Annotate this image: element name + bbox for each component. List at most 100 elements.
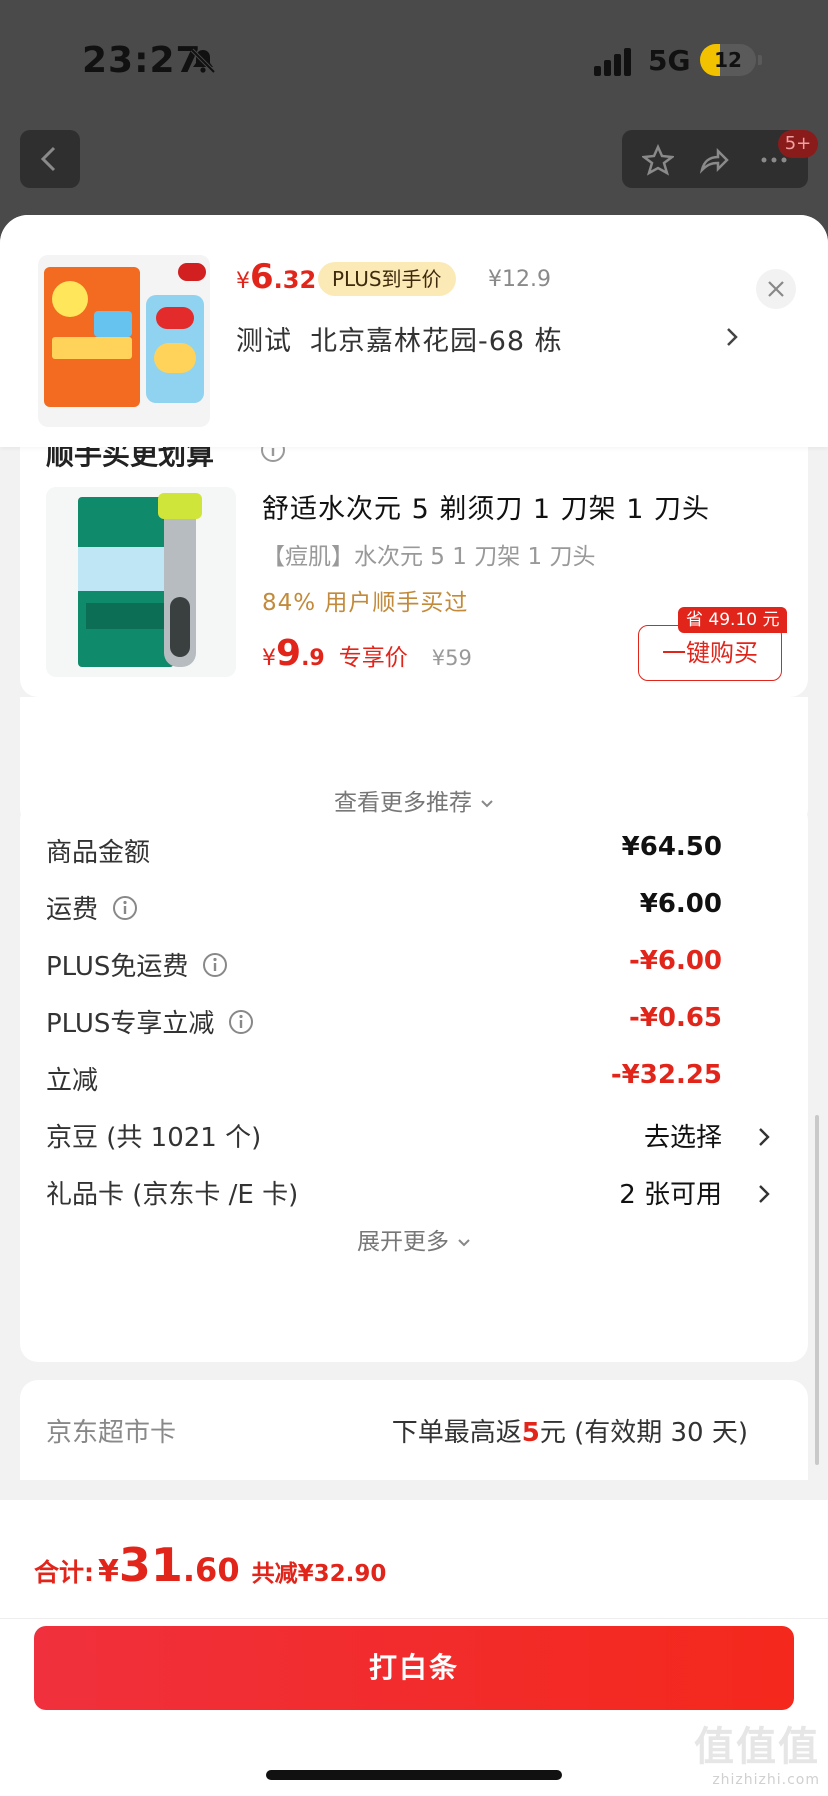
- checkout-bar: 合计: ¥ 31 .60 共减¥32.90 打白条 值值值 zhizhizhi.…: [0, 1500, 828, 1796]
- supermarket-value-suffix: 元 (有效期 30 天): [539, 1418, 748, 1448]
- price-detail-card: 商品金额 ¥64.50 运费 ¥6.00 PLUS免运费 -¥6.00 PLUS…: [20, 802, 808, 1362]
- detail-row-gift-card[interactable]: 礼品卡 (京东卡 /E 卡) 2 张可用: [46, 1174, 782, 1214]
- promo-badge-shape: [52, 281, 88, 317]
- detail-label-wrap: PLUS专享立减: [46, 1003, 254, 1040]
- order-total: 合计: ¥ 31 .60 共减¥32.90: [34, 1538, 386, 1592]
- recommend-item-price: ¥ 9 .9 专享价 ¥59: [262, 633, 472, 674]
- chevron-right-icon: [759, 1128, 770, 1146]
- recommend-item-name[interactable]: 舒适水次元 5 剃须刀 1 刀架 1 刀头: [262, 487, 710, 526]
- detail-value: ¥6.00: [639, 889, 722, 919]
- total-symbol: ¥: [98, 1554, 119, 1589]
- razor-grip-shape: [170, 597, 190, 657]
- close-icon: [768, 281, 784, 297]
- watermark-glyphs: 值值值: [694, 1724, 820, 1770]
- detail-value: -¥32.25: [610, 1060, 722, 1090]
- expand-more-label: 展开更多: [357, 1229, 449, 1255]
- battery-icon: 12: [700, 44, 756, 76]
- expand-more-link[interactable]: 展开更多: [20, 1222, 808, 1256]
- info-icon[interactable]: [112, 895, 138, 921]
- total-integer: 31: [118, 1538, 183, 1592]
- save-amount-badge: 省 49.10 元: [678, 607, 788, 633]
- detail-label: 运费: [46, 895, 99, 925]
- back-button[interactable]: [20, 130, 80, 188]
- address-selector[interactable]: 测试 北京嘉林花园-68 栋: [236, 319, 563, 358]
- detail-label: 京豆 (共 1021 个): [46, 1123, 262, 1153]
- detail-label: 商品金额: [46, 838, 151, 868]
- more-recommendations-link[interactable]: 查看更多推荐: [0, 783, 828, 817]
- price-decimal: .32: [273, 266, 317, 294]
- product-price: ¥ 6 .32: [236, 257, 316, 297]
- detail-label-wrap: 运费: [46, 889, 138, 926]
- home-indicator[interactable]: [266, 1770, 562, 1780]
- brand-logo: [178, 263, 206, 281]
- product-header: ¥ 6 .32 PLUS到手价 ¥12.9 测试 北京嘉林花园-68 栋: [0, 215, 828, 447]
- chevron-down-icon: [481, 799, 493, 807]
- star-icon[interactable]: [642, 144, 674, 176]
- original-price: ¥12.9: [488, 267, 551, 292]
- razor-head-shape: [158, 493, 202, 519]
- promo-card-image: [44, 267, 140, 407]
- supermarket-card-row: 京东超市卡 下单最高返5元 (有效期 30 天): [20, 1380, 808, 1480]
- detail-value: 2 张可用: [619, 1180, 722, 1210]
- bag-logo-shape: [156, 307, 194, 329]
- bell-muted-icon: [190, 48, 216, 74]
- total-decimal: .60: [182, 1551, 240, 1589]
- detail-row-goods-amount: 商品金额 ¥64.50: [46, 832, 782, 872]
- chevron-right-icon: [759, 1185, 770, 1203]
- razor-box-shape: [78, 497, 174, 667]
- battery-percent: 12: [714, 48, 742, 72]
- price-decimal: .9: [301, 646, 325, 671]
- supermarket-value-prefix: 下单最高返: [391, 1418, 522, 1448]
- detail-value: -¥0.65: [628, 1003, 722, 1033]
- detail-row-jingdou[interactable]: 京豆 (共 1021 个) 去选择: [46, 1117, 782, 1157]
- supermarket-value: 下单最高返5元 (有效期 30 天): [392, 1412, 748, 1449]
- detail-row-instant-discount: 立减 -¥32.25: [46, 1060, 782, 1100]
- one-click-buy-button[interactable]: 一键购买: [638, 625, 782, 681]
- promo-band-shape: [52, 337, 132, 359]
- razor-box-band: [78, 547, 174, 591]
- detail-label-wrap: PLUS免运费: [46, 946, 228, 983]
- total-label: 合计:: [34, 1558, 94, 1587]
- info-icon[interactable]: [202, 952, 228, 978]
- recommend-original-price: ¥59: [431, 646, 472, 670]
- close-button[interactable]: [756, 269, 796, 309]
- supermarket-value-highlight: 5: [521, 1418, 540, 1448]
- scrollbar[interactable]: [815, 1115, 819, 1465]
- battery-tip: [758, 55, 762, 65]
- razor-product-image[interactable]: [46, 487, 236, 677]
- exclusive-price-tag: 专享价: [338, 645, 408, 671]
- price-integer: 6: [250, 257, 274, 297]
- network-type: 5G: [648, 44, 691, 77]
- razor-box-logo: [86, 603, 166, 629]
- detail-label: 立减: [46, 1066, 99, 1096]
- product-thumbnail: [38, 255, 210, 427]
- more-recommendations-label: 查看更多推荐: [334, 790, 472, 816]
- chips-bag-image: [146, 295, 204, 403]
- detail-row-plus-discount: PLUS专享立减 -¥0.65: [46, 1003, 782, 1043]
- chevron-down-icon: [458, 1238, 470, 1246]
- detail-row-plus-free-shipping: PLUS免运费 -¥6.00: [46, 946, 782, 986]
- price-symbol: ¥: [236, 269, 250, 294]
- address-text: 北京嘉林花园-68 栋: [310, 326, 563, 357]
- address-label: 测试: [236, 326, 292, 357]
- chevron-right-icon[interactable]: [724, 325, 740, 349]
- info-icon[interactable]: [228, 1009, 254, 1035]
- divider: [0, 1618, 828, 1619]
- cellular-signal-icon: [594, 48, 631, 76]
- watermark-site: zhizhizhi.com: [712, 1772, 820, 1788]
- detail-label: PLUS免运费: [46, 952, 189, 982]
- watermark-logo: 值值值 zhizhizhi.com: [672, 1714, 820, 1788]
- cart-count-badge: 5+: [778, 130, 818, 158]
- status-time: 23:27: [82, 40, 202, 81]
- share-icon[interactable]: [698, 144, 730, 176]
- status-bar: 23:27 5G 12: [0, 0, 828, 120]
- recommend-item-buyers: 84% 用户顺手买过: [262, 590, 469, 616]
- detail-value: ¥64.50: [621, 832, 722, 862]
- supermarket-label: 京东超市卡: [46, 1418, 177, 1448]
- bag-chip-shape: [154, 343, 196, 373]
- chevron-left-icon: [40, 146, 56, 172]
- detail-label: 礼品卡 (京东卡 /E 卡): [46, 1180, 299, 1210]
- pay-baitiao-button[interactable]: 打白条: [34, 1626, 794, 1710]
- detail-label: PLUS专享立减: [46, 1009, 215, 1039]
- promo-box-shape: [94, 311, 132, 337]
